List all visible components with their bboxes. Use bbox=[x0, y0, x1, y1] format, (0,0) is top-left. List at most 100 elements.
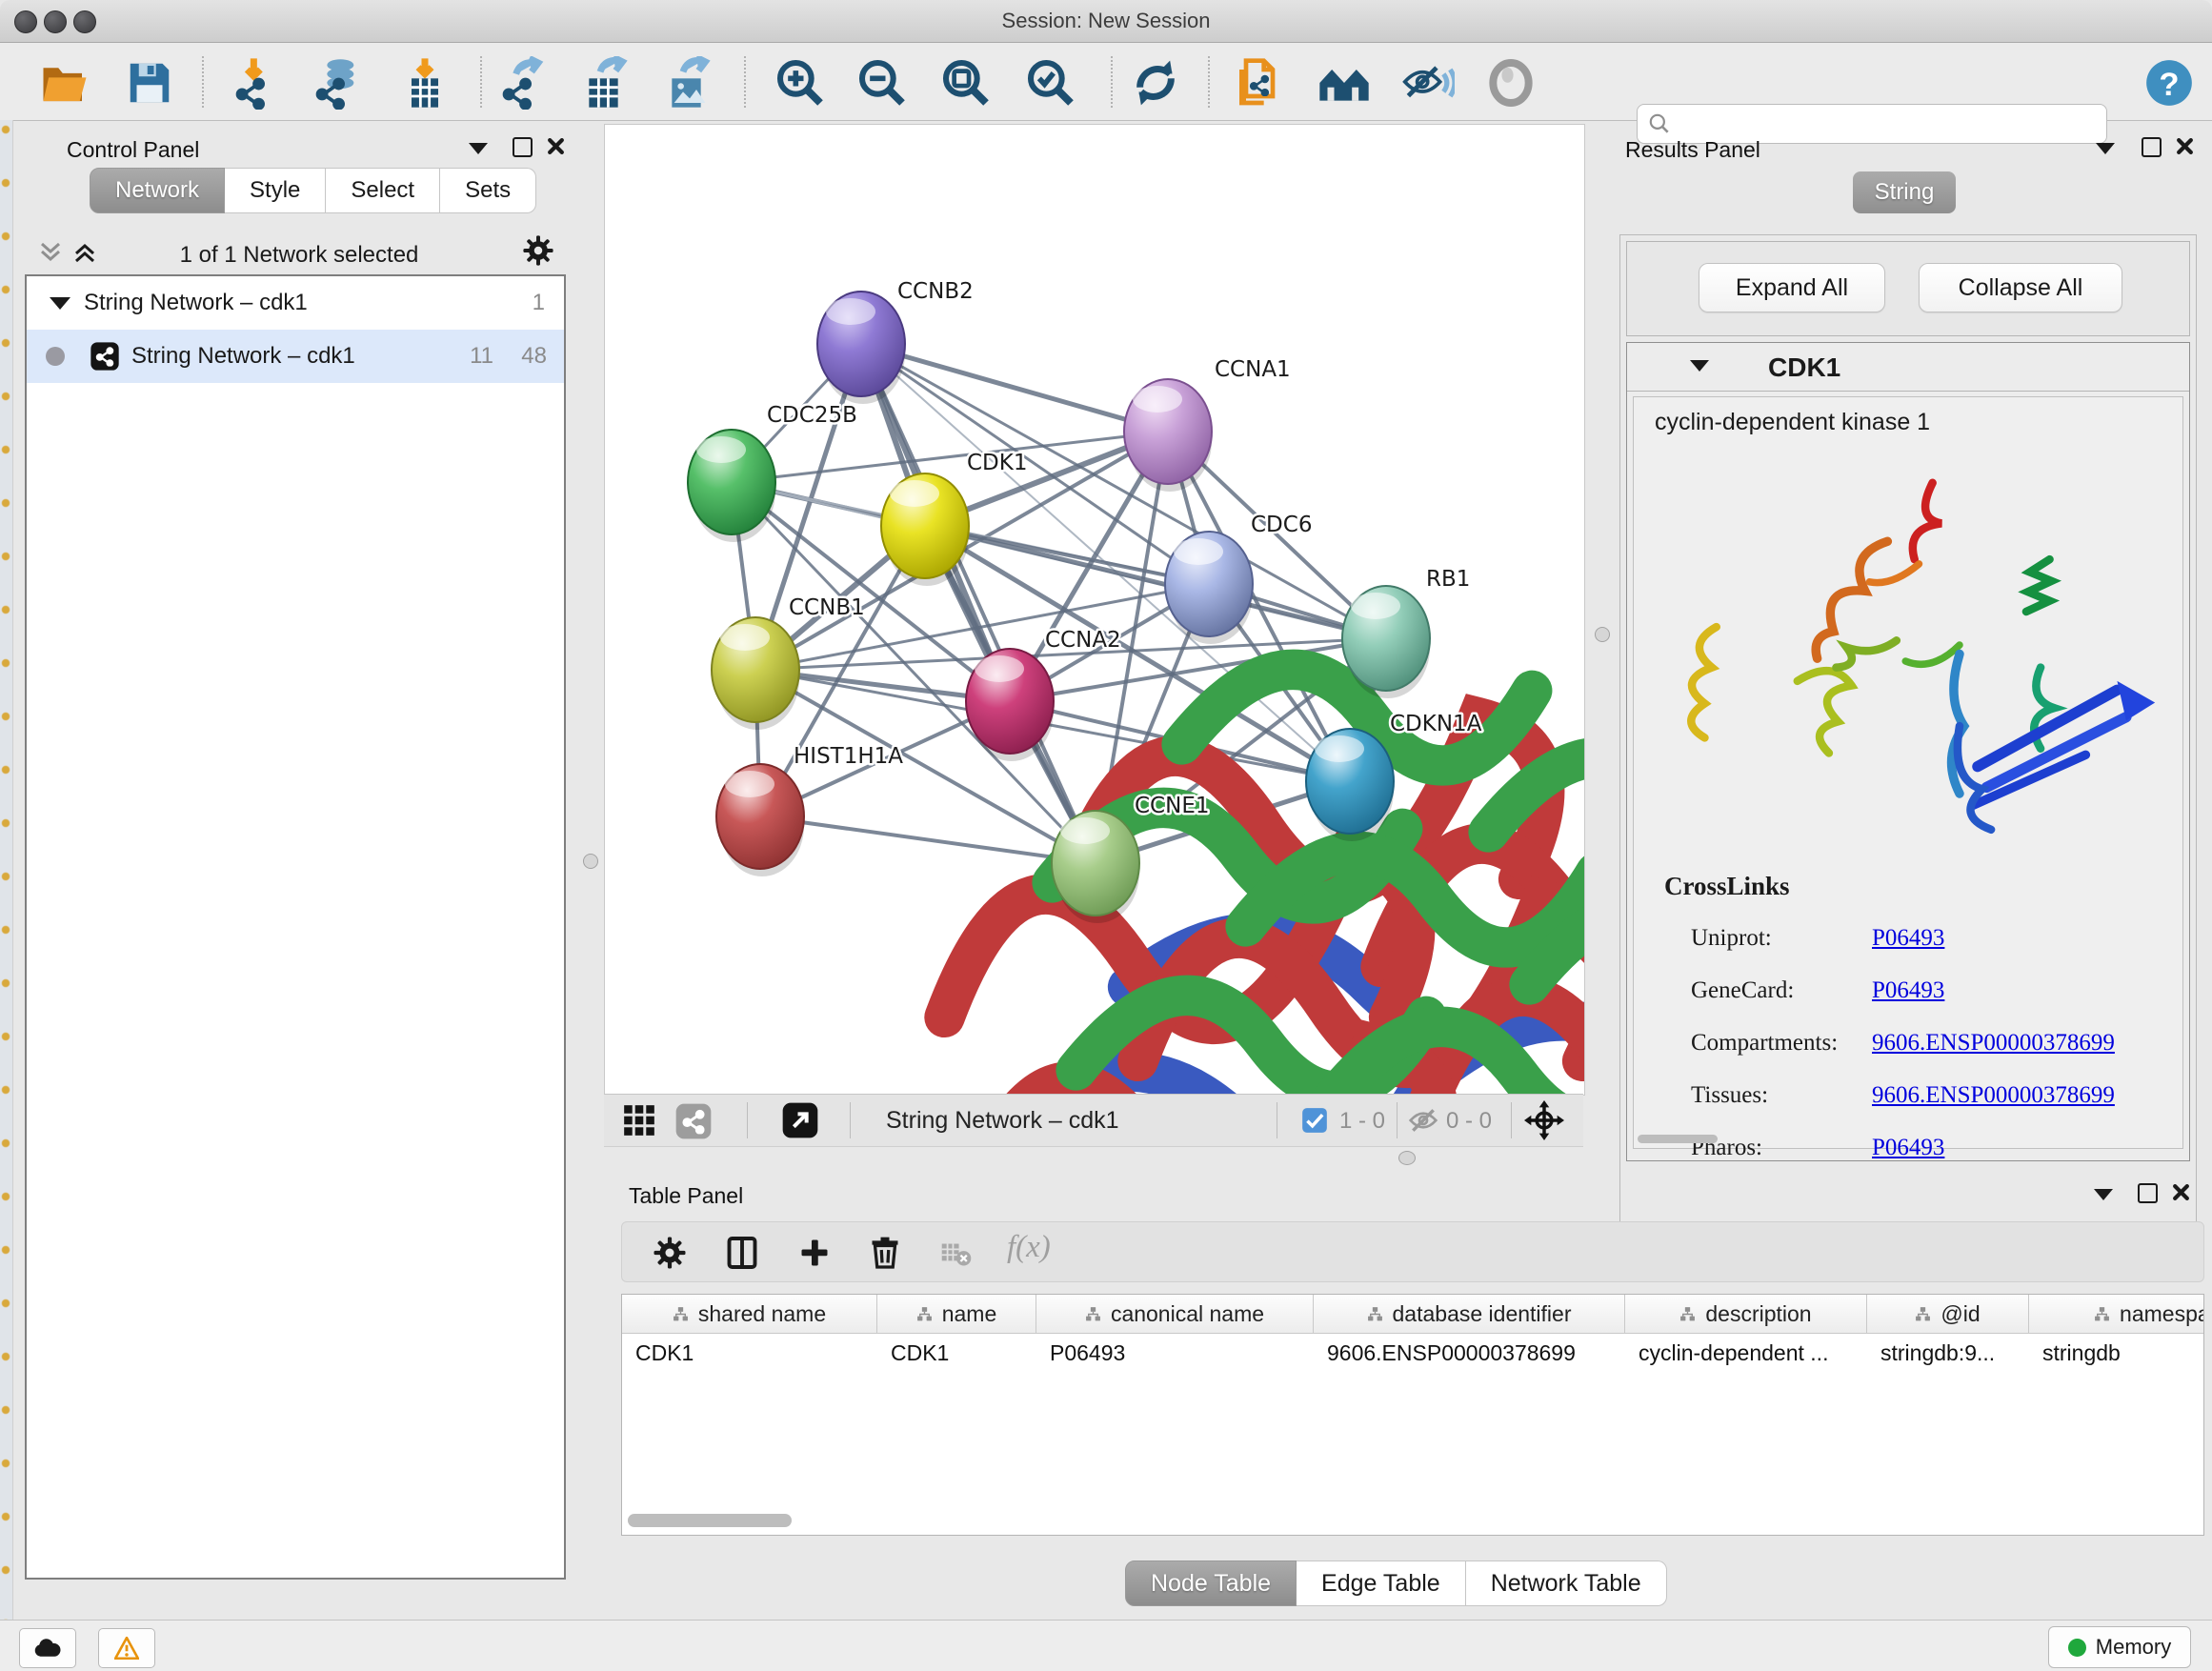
string-results-container: Expand All Collapse All CDK1 cyclin-depe… bbox=[1619, 234, 2197, 1277]
open-folder-icon[interactable] bbox=[37, 55, 92, 111]
memory-button[interactable]: Memory bbox=[2048, 1626, 2191, 1668]
network-selected-summary: 1 of 1 Network selected bbox=[13, 242, 585, 269]
selected-checkbox-icon[interactable] bbox=[1301, 1107, 1328, 1134]
columns-icon[interactable] bbox=[725, 1236, 759, 1270]
new-network-from-selection-icon[interactable] bbox=[1232, 55, 1287, 111]
horizontal-scrollbar-thumb[interactable] bbox=[628, 1514, 792, 1527]
crosslink-link[interactable]: P06493 bbox=[1872, 925, 1944, 951]
panel-float-icon[interactable] bbox=[2138, 1183, 2158, 1203]
export-network-icon[interactable] bbox=[497, 55, 553, 111]
dock-strip bbox=[0, 120, 13, 1620]
gear-icon[interactable] bbox=[653, 1236, 687, 1270]
panel-close-icon[interactable] bbox=[2176, 137, 2194, 155]
collapse-caret-icon[interactable] bbox=[50, 297, 70, 310]
share-view-icon[interactable] bbox=[674, 1102, 713, 1140]
import-network-file-icon[interactable] bbox=[231, 55, 286, 111]
column-type-icon bbox=[1915, 1306, 1931, 1322]
horizontal-scrollbar-thumb[interactable] bbox=[1638, 1135, 1718, 1143]
add-column-icon[interactable] bbox=[797, 1236, 832, 1270]
save-icon[interactable] bbox=[122, 55, 177, 111]
panel-menu-icon[interactable] bbox=[469, 143, 488, 154]
hidden-eye-slash-icon[interactable] bbox=[1408, 1105, 1438, 1136]
column-header[interactable]: shared name bbox=[622, 1295, 877, 1333]
birds-eye-crosshair-icon[interactable] bbox=[1524, 1100, 1564, 1140]
bottom-splitter-handle[interactable] bbox=[1398, 1151, 1416, 1165]
protein-description: cyclin-dependent kinase 1 bbox=[1655, 409, 1930, 436]
crosslink-row: Tissues:9606.ENSP00000378699 bbox=[1691, 1069, 2115, 1121]
tab-string[interactable]: String bbox=[1853, 171, 1956, 213]
panel-menu-icon[interactable] bbox=[2094, 1189, 2113, 1200]
eye-icon[interactable] bbox=[1483, 55, 1538, 111]
external-link-icon[interactable] bbox=[781, 1101, 819, 1139]
panel-menu-icon[interactable] bbox=[2096, 143, 2115, 154]
import-network-database-icon[interactable] bbox=[311, 55, 366, 111]
panel-float-icon[interactable] bbox=[2142, 137, 2162, 157]
toolbar-separator bbox=[747, 1102, 748, 1138]
tab-sets[interactable]: Sets bbox=[440, 168, 536, 213]
node-label: CDKN1A bbox=[1390, 712, 1482, 736]
crosslink-link[interactable]: P06493 bbox=[1872, 977, 1944, 1003]
cloud-button[interactable] bbox=[19, 1628, 76, 1668]
panel-float-icon[interactable] bbox=[513, 137, 533, 157]
hidden-node-edge-counter: 0 - 0 bbox=[1446, 1108, 1492, 1135]
refresh-icon[interactable] bbox=[1128, 55, 1183, 111]
results-panel-title: Results Panel bbox=[1625, 137, 1760, 163]
export-table-icon[interactable] bbox=[579, 55, 634, 111]
crosslink-link[interactable]: 9606.ENSP00000378699 bbox=[1872, 1082, 2115, 1108]
tab-network-table[interactable]: Network Table bbox=[1466, 1560, 1667, 1606]
network-tree: String Network – cdk1 1 String Network –… bbox=[25, 274, 566, 1580]
import-table-icon[interactable] bbox=[397, 55, 452, 111]
panel-close-icon[interactable] bbox=[547, 137, 565, 155]
network-view-title: String Network – cdk1 bbox=[886, 1107, 1119, 1135]
help-icon[interactable]: ? bbox=[2142, 55, 2197, 111]
column-header[interactable]: database identifier bbox=[1314, 1295, 1625, 1333]
cell-description: cyclin-dependent ... bbox=[1625, 1340, 1867, 1366]
grid-view-icon[interactable] bbox=[621, 1102, 657, 1138]
crosslinks-list: Uniprot:P06493 GeneCard:P06493 Compartme… bbox=[1691, 912, 2115, 1174]
network-canvas[interactable]: CCNB2 CCNA1 CDC25B CDK1 CDC6 RB1 bbox=[604, 124, 1585, 1096]
warnings-button[interactable] bbox=[98, 1628, 155, 1668]
column-header[interactable]: description bbox=[1625, 1295, 1867, 1333]
expand-all-button[interactable]: Expand All bbox=[1699, 263, 1885, 312]
tab-style[interactable]: Style bbox=[225, 168, 326, 213]
table-row[interactable]: CDK1 CDK1 P06493 9606.ENSP00000378699 cy… bbox=[622, 1333, 2204, 1373]
delete-table-icon[interactable] bbox=[940, 1241, 973, 1268]
crosslink-label: GeneCard: bbox=[1691, 965, 1872, 1017]
node-label: CDK1 bbox=[967, 451, 1028, 475]
export-image-icon[interactable] bbox=[662, 55, 717, 111]
table-tabs: Node Table Edge Table Network Table bbox=[1125, 1560, 1667, 1606]
delete-column-icon[interactable] bbox=[868, 1236, 902, 1270]
zoom-selected-icon[interactable] bbox=[1023, 55, 1078, 111]
collapse-all-button[interactable]: Collapse All bbox=[1919, 263, 2122, 312]
gear-icon[interactable] bbox=[522, 234, 554, 267]
tab-select[interactable]: Select bbox=[326, 168, 440, 213]
node-label: CDC25B bbox=[767, 403, 857, 428]
tab-edge-table[interactable]: Edge Table bbox=[1297, 1560, 1466, 1606]
network-collection-row[interactable]: String Network – cdk1 1 bbox=[27, 276, 564, 330]
network-row-selected[interactable]: String Network – cdk1 11 48 bbox=[27, 330, 564, 383]
crosslink-link[interactable]: P06493 bbox=[1872, 1135, 1944, 1160]
zoom-out-icon[interactable] bbox=[855, 55, 910, 111]
node-label: RB1 bbox=[1426, 567, 1470, 592]
section-collapse-caret-icon[interactable] bbox=[1690, 360, 1709, 372]
column-header[interactable]: name bbox=[877, 1295, 1036, 1333]
zoom-in-icon[interactable] bbox=[773, 55, 828, 111]
crosslink-label: Pharos: bbox=[1691, 1122, 1872, 1174]
crosslink-link[interactable]: 9606.ENSP00000378699 bbox=[1872, 1030, 2115, 1056]
column-type-icon bbox=[673, 1306, 689, 1322]
protein-structure-image bbox=[1662, 454, 2158, 836]
panel-close-icon[interactable] bbox=[2172, 1183, 2190, 1201]
column-header[interactable]: @id bbox=[1867, 1295, 2029, 1333]
tab-network[interactable]: Network bbox=[90, 168, 225, 213]
protein-section-header[interactable]: CDK1 bbox=[1627, 343, 2189, 392]
zoom-fit-icon[interactable] bbox=[938, 55, 994, 111]
houses-icon[interactable] bbox=[1317, 55, 1372, 111]
function-builder-icon[interactable]: f(x) bbox=[1007, 1230, 1051, 1265]
column-header[interactable]: canonical name bbox=[1036, 1295, 1314, 1333]
left-splitter-handle[interactable] bbox=[583, 854, 598, 869]
hide-selected-icon[interactable] bbox=[1400, 55, 1456, 111]
table-toolbar: f(x) bbox=[621, 1221, 2204, 1282]
collection-count: 1 bbox=[533, 290, 545, 316]
tab-node-table[interactable]: Node Table bbox=[1125, 1560, 1297, 1606]
column-header[interactable]: namespace bbox=[2029, 1295, 2204, 1333]
